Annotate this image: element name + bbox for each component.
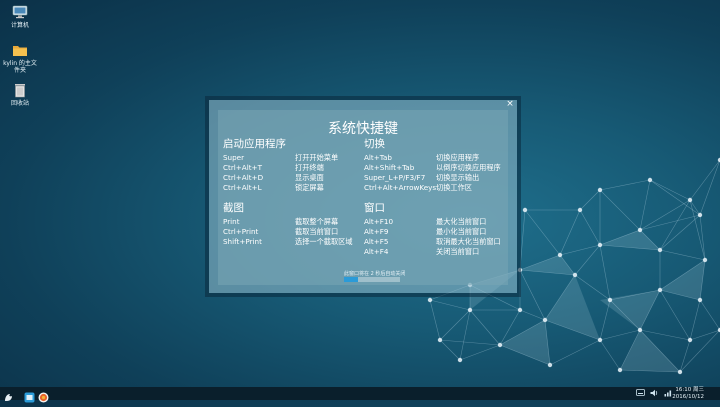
shortcut-row: Alt+F9 最小化当前窗口 xyxy=(364,227,501,237)
desktop-icon-label: kylin 的主文件夹 xyxy=(3,60,37,74)
section-screenshot: 截图 Print 截取整个屏幕 Ctrl+Print 截取当前窗口 Shift+Pr… xyxy=(223,202,353,247)
shortcut-row: Ctrl+Alt+T 打开终端 xyxy=(223,163,338,173)
shortcut-row: Ctrl+Alt+L 锁定屏幕 xyxy=(223,183,338,193)
shortcut-row: Ctrl+Alt+D 显示桌面 xyxy=(223,173,338,183)
section-title: 启动应用程序 xyxy=(223,138,286,150)
shortcut-key: Print xyxy=(223,217,240,226)
shortcut-desc: 打开开始菜单 xyxy=(295,153,339,162)
shortcut-row: Alt+F10 最大化当前窗口 xyxy=(364,217,501,227)
shortcut-desc: 显示桌面 xyxy=(295,173,324,182)
shortcut-desc: 切换显示输出 xyxy=(436,173,480,182)
section-title: 截图 xyxy=(223,202,244,214)
shortcut-key: Alt+Shift+Tab xyxy=(364,163,415,172)
section-switch: 切换 Alt+Tab 切换应用程序 Alt+Shift+Tab 以倒序切换应用程序 … xyxy=(364,138,501,193)
auto-close-progress xyxy=(344,277,400,282)
shortcut-row: Alt+F5 取消最大化当前窗口 xyxy=(364,237,501,247)
auto-close-notice: 此窗口将在 2 秒后自动关闭 xyxy=(344,271,406,277)
shortcut-key: Super_L+P/F3/F7 xyxy=(364,173,426,182)
taskbar-clock[interactable]: 16:10 周三 2016/10/12 xyxy=(672,387,704,400)
shortcut-key: Ctrl+Alt+ArrowKeys xyxy=(364,183,437,192)
shortcut-desc: 锁定屏幕 xyxy=(295,183,324,192)
shortcut-desc: 最小化当前窗口 xyxy=(436,227,487,236)
shortcut-row: Shift+Print 选择一个截取区域 xyxy=(223,237,353,247)
desktop-icon-label: 计算机 xyxy=(10,22,29,29)
shortcut-desc: 取消最大化当前窗口 xyxy=(436,237,501,246)
shortcut-row: Ctrl+Print 截取当前窗口 xyxy=(223,227,353,237)
shortcut-row: Ctrl+Alt+ArrowKeys 切换工作区 xyxy=(364,183,501,193)
browser-icon[interactable] xyxy=(38,388,49,403)
shortcut-desc: 截取当前窗口 xyxy=(295,227,339,236)
shortcut-key: Shift+Print xyxy=(223,237,262,246)
shortcut-row: Alt+Shift+Tab 以倒序切换应用程序 xyxy=(364,163,501,173)
shortcut-desc: 选择一个截取区域 xyxy=(295,237,353,246)
shortcut-key: Ctrl+Alt+L xyxy=(223,183,262,192)
shortcut-row: Print 截取整个屏幕 xyxy=(223,217,353,227)
shortcut-desc: 截取整个屏幕 xyxy=(295,217,339,226)
taskbar: 16:10 周三 2016/10/12 xyxy=(0,387,720,403)
section-window: 窗口 Alt+F10 最大化当前窗口 Alt+F9 最小化当前窗口 Alt+F5 取消… xyxy=(364,202,501,257)
shortcut-key: Ctrl+Print xyxy=(223,227,259,236)
shortcut-key: Alt+Tab xyxy=(364,153,392,162)
shortcut-key: Ctrl+Alt+D xyxy=(223,173,264,182)
shortcut-panel: 系统快捷键 启动应用程序 Super 打开开始菜单 Ctrl+Alt+T 打开终端 … xyxy=(218,110,508,285)
shortcut-key: Super xyxy=(223,153,245,162)
kylin-start-icon[interactable] xyxy=(3,388,14,401)
folder-icon xyxy=(12,42,28,58)
clock-date: 2016/10/12 xyxy=(672,393,704,400)
computer-icon xyxy=(12,4,28,20)
desktop-icon-computer[interactable]: 计算机 xyxy=(2,4,38,29)
shortcut-key: Alt+F4 xyxy=(364,247,389,256)
trash-icon xyxy=(12,82,28,98)
keyboard-icon[interactable] xyxy=(636,389,645,398)
shortcut-row: Alt+Tab 切换应用程序 xyxy=(364,153,501,163)
shortcut-desc: 最大化当前窗口 xyxy=(436,217,487,226)
section-launch: 启动应用程序 Super 打开开始菜单 Ctrl+Alt+T 打开终端 Ctrl+A… xyxy=(223,138,338,193)
shortcut-key: Alt+F5 xyxy=(364,237,389,246)
dialog-title: 系统快捷键 xyxy=(328,121,398,137)
shortcut-desc: 切换工作区 xyxy=(436,183,472,192)
shortcut-row: Super_L+P/F3/F7 切换显示输出 xyxy=(364,173,501,183)
file-manager-icon[interactable] xyxy=(24,388,35,403)
section-title: 切换 xyxy=(364,138,385,150)
shortcut-row: Alt+F4 关闭当前窗口 xyxy=(364,247,501,257)
shortcut-key: Alt+F10 xyxy=(364,217,394,226)
shortcut-desc: 关闭当前窗口 xyxy=(436,247,480,256)
volume-icon[interactable] xyxy=(650,389,659,399)
shortcut-key: Alt+F9 xyxy=(364,227,389,236)
shortcut-desc: 以倒序切换应用程序 xyxy=(436,163,501,172)
desktop-icon-trash[interactable]: 回收站 xyxy=(2,82,38,107)
progress-fill xyxy=(344,277,358,282)
shortcut-desc: 打开终端 xyxy=(295,163,324,172)
shortcut-desc: 切换应用程序 xyxy=(436,153,480,162)
clock-time: 16:10 周三 xyxy=(675,387,704,393)
shortcut-row: Super 打开开始菜单 xyxy=(223,153,338,163)
shortcut-dialog: × 系统快捷键 启动应用程序 Super 打开开始菜单 Ctrl+Alt+T 打开终… xyxy=(209,99,517,293)
shortcut-key: Ctrl+Alt+T xyxy=(223,163,262,172)
close-icon[interactable]: × xyxy=(505,99,515,109)
section-title: 窗口 xyxy=(364,202,385,214)
desktop-icon-label: 回收站 xyxy=(10,100,29,107)
desktop-icon-home-folder[interactable]: kylin 的主文件夹 xyxy=(2,42,38,74)
